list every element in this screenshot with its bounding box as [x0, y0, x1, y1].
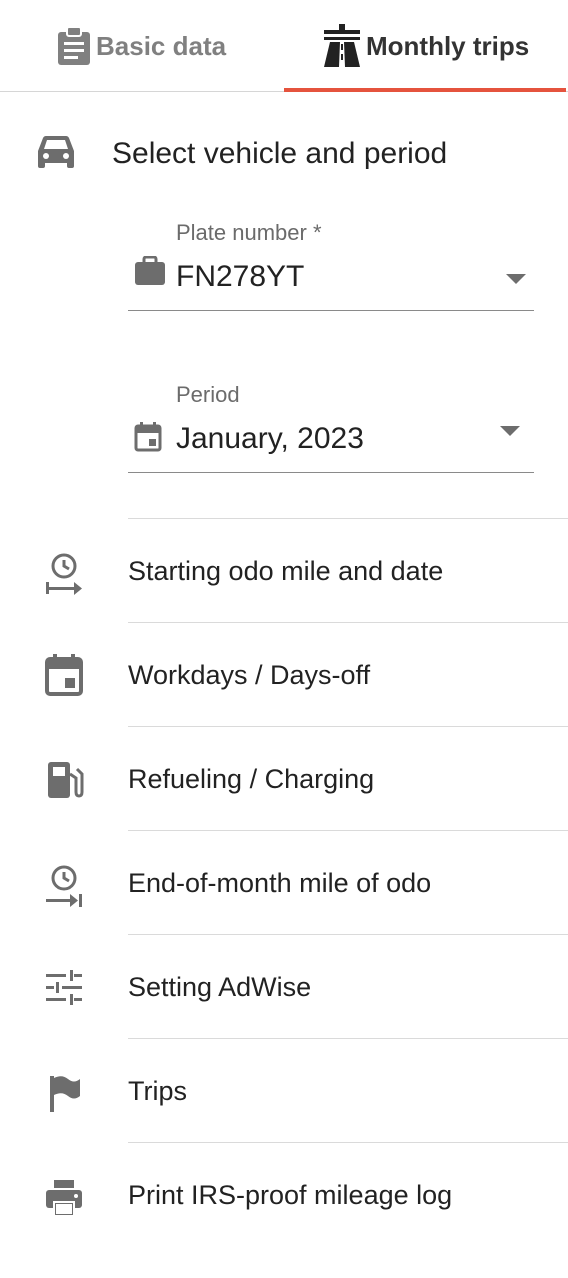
tab-basic-data-label: Basic data	[96, 30, 227, 61]
clock-arrow-start-icon	[44, 552, 84, 595]
flag-icon	[44, 1074, 84, 1114]
plate-number-select[interactable]: Plate number * FN278YT	[128, 212, 534, 311]
menu-item-end-of-month[interactable]: End-of-month mile of odo	[128, 830, 568, 934]
period-select[interactable]: Period January, 2023	[128, 374, 534, 473]
menu-item-label: Starting odo mile and date	[128, 556, 444, 586]
menu-item-setting-adwise[interactable]: Setting AdWise	[128, 934, 568, 1038]
menu-item-label: Print IRS-proof mileage log	[128, 1180, 453, 1210]
menu-item-label: Refueling / Charging	[128, 764, 375, 794]
menu-item-label: Trips	[128, 1076, 187, 1106]
printer-icon	[44, 1178, 84, 1218]
menu-item-starting-odo[interactable]: Starting odo mile and date	[128, 518, 568, 622]
menu-item-print-log[interactable]: Print IRS-proof mileage log	[128, 1142, 568, 1246]
car-icon	[36, 135, 76, 174]
menu-item-label: Workdays / Days-off	[128, 660, 371, 690]
tab-monthly-trips-label: Monthly trips	[366, 30, 530, 61]
period-value: January, 2023	[176, 422, 364, 455]
clipboard-icon	[56, 26, 92, 66]
road-icon	[322, 24, 362, 68]
briefcase-icon	[134, 255, 166, 291]
menu-item-trips[interactable]: Trips	[128, 1038, 568, 1142]
sliders-icon	[44, 970, 84, 1010]
calendar-event-icon	[44, 654, 84, 696]
section-header	[36, 132, 76, 176]
tab-bar: Basic data Monthly trips	[0, 0, 568, 92]
period-label: Period	[176, 382, 240, 407]
plate-number-label: Plate number *	[176, 220, 322, 245]
chevron-down-icon	[506, 274, 526, 284]
menu-item-label: End-of-month mile of odo	[128, 868, 432, 898]
menu-item-workdays[interactable]: Workdays / Days-off	[128, 622, 568, 726]
calendar-icon	[134, 422, 162, 457]
section-title: Select vehicle and period	[112, 137, 448, 170]
plate-number-value: FN278YT	[176, 260, 305, 293]
menu-list: Starting odo mile and date Workdays / Da…	[128, 518, 568, 1246]
fuel-pump-icon	[44, 760, 84, 800]
tab-basic-data[interactable]: Basic data	[56, 0, 226, 92]
menu-item-label: Setting AdWise	[128, 972, 312, 1002]
clock-arrow-end-icon	[44, 864, 84, 907]
chevron-down-icon	[500, 426, 520, 436]
tab-monthly-trips[interactable]: Monthly trips	[322, 0, 529, 92]
menu-item-refueling[interactable]: Refueling / Charging	[128, 726, 568, 830]
active-tab-indicator	[284, 88, 566, 92]
